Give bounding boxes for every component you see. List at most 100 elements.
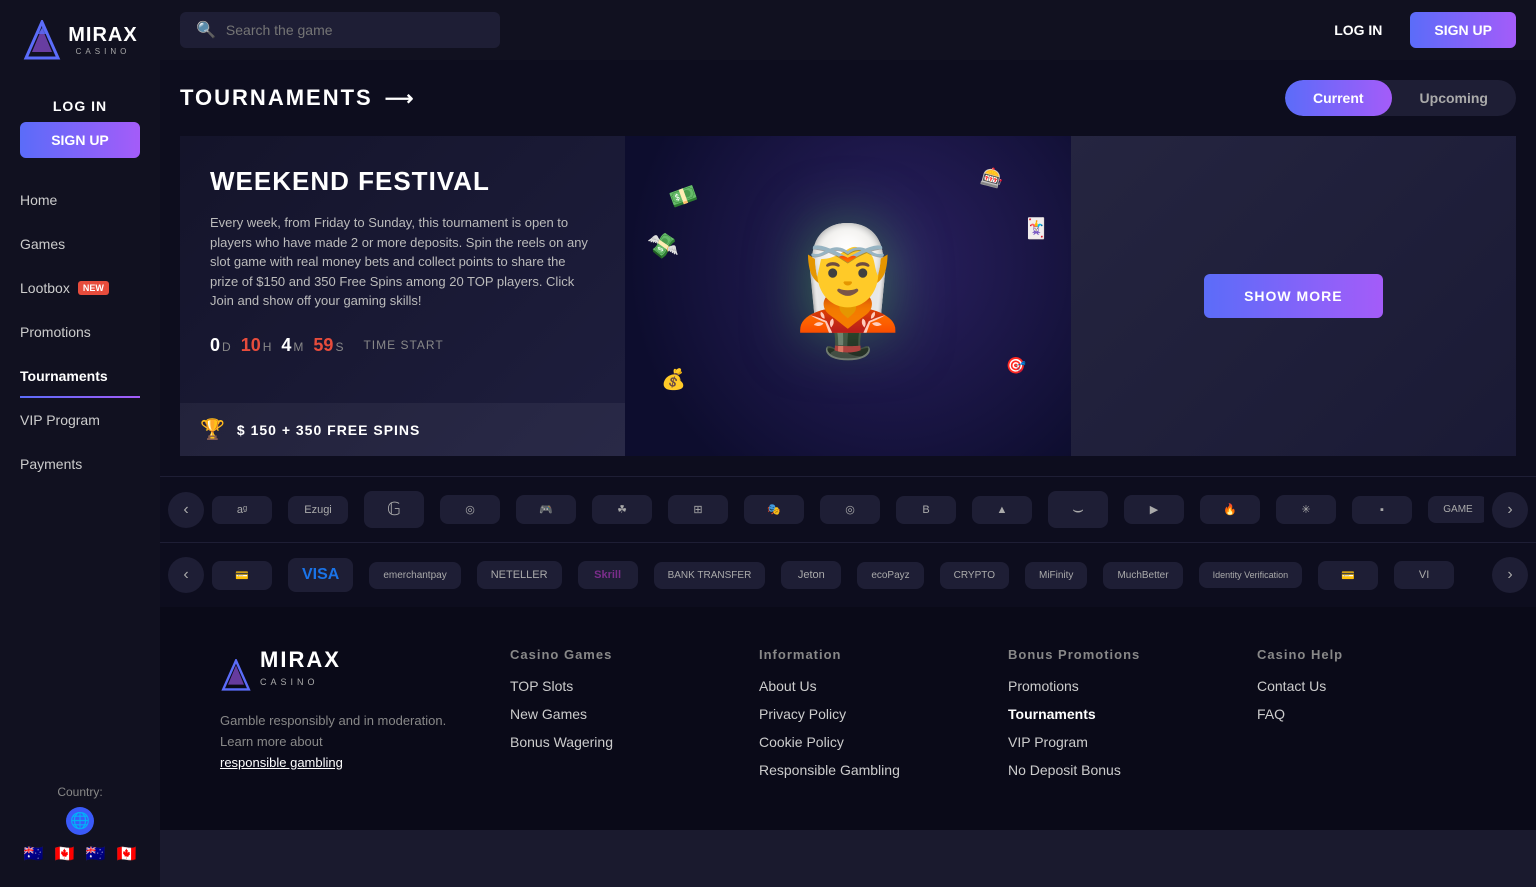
payment-vi[interactable]: VI — [1394, 561, 1454, 589]
sidebar-item-games[interactable]: Games — [0, 222, 160, 266]
sidebar-item-home[interactable]: Home — [0, 178, 160, 222]
provider-game[interactable]: GAME — [1428, 496, 1484, 523]
sidebar-item-payments[interactable]: Payments — [0, 442, 160, 486]
footer-logo-text: MIRAX — [260, 647, 341, 673]
footer-bonus-title: Bonus Promotions — [1008, 647, 1227, 662]
provider-b2[interactable]: Β — [896, 496, 956, 524]
sidebar-item-promotions[interactable]: Promotions — [0, 310, 160, 354]
payments-scroll-left[interactable]: ‹ — [168, 557, 204, 593]
provider-square[interactable]: ▪ — [1352, 496, 1412, 524]
payment-ecopayz[interactable]: ecoPayz — [857, 562, 923, 589]
tournament-card-show-more: SHOW MORE — [1071, 136, 1516, 456]
hours-value: 10 — [241, 335, 261, 356]
countdown-hours: 10 H — [241, 335, 272, 356]
provider-waveln[interactable]: ⌣ — [1048, 491, 1108, 528]
footer-link-bonus-wagering[interactable]: Bonus Wagering — [510, 734, 729, 750]
footer-link-top-slots[interactable]: TOP Slots — [510, 678, 729, 694]
provider-b1[interactable]: 🎮 — [516, 495, 576, 524]
provider-star[interactable]: ✳ — [1276, 495, 1336, 524]
tab-upcoming[interactable]: Upcoming — [1392, 80, 1516, 116]
money-scatter-2: 💰 — [661, 367, 686, 392]
providers-section: ‹ aᵍ Ezugi 𝔾 ◎ 🎮 ☘ ⊞ 🎭 ◎ Β ▲ ⌣ ▶ 🔥 ✳ ▪ G… — [160, 476, 1536, 542]
search-icon: 🔍 — [196, 20, 216, 40]
payments-scroll-right[interactable]: › — [1492, 557, 1528, 593]
footer-link-nodeposit[interactable]: No Deposit Bonus — [1008, 762, 1227, 778]
tournaments-title-text: TOURNAMENTS — [180, 85, 373, 111]
tournaments-section: TOURNAMENTS ⟶ Current Upcoming WEEKEND F… — [160, 60, 1536, 476]
payment-visa[interactable]: VISA — [288, 558, 353, 592]
show-more-button[interactable]: SHOW MORE — [1204, 274, 1382, 318]
payment-emerchant[interactable]: emerchantpay — [369, 562, 460, 589]
main-content: 🔍 LOG IN SIGN UP TOURNAMENTS ⟶ Current U… — [160, 0, 1536, 887]
footer-logo-section: MIRAX CASINO Gamble responsibly and in m… — [220, 647, 480, 790]
payment-banktransfer[interactable]: BANK TRANSFER — [654, 562, 766, 589]
sidebar-login-button[interactable]: LOG IN — [20, 90, 140, 122]
sidebar-item-vip[interactable]: VIP Program — [0, 398, 160, 442]
providers-scroll-right[interactable]: › — [1492, 492, 1528, 528]
provider-arrow[interactable]: ▲ — [972, 496, 1032, 524]
provider-q[interactable]: ◎ — [820, 495, 880, 524]
provider-mask[interactable]: 🎭 — [744, 495, 804, 524]
footer-link-vip[interactable]: VIP Program — [1008, 734, 1227, 750]
provider-play[interactable]: ▶ — [1124, 495, 1184, 524]
footer-responsible-link[interactable]: responsible gambling — [220, 755, 343, 770]
footer-link-cookie[interactable]: Cookie Policy — [759, 734, 978, 750]
tab-current[interactable]: Current — [1285, 80, 1392, 116]
search-bar[interactable]: 🔍 — [180, 12, 500, 48]
new-badge: NEW — [78, 281, 109, 295]
tournaments-title[interactable]: TOURNAMENTS ⟶ — [180, 85, 415, 111]
footer-link-privacy[interactable]: Privacy Policy — [759, 706, 978, 722]
poker-chip-2: 🎯 — [1005, 354, 1028, 377]
footer-link-promotions[interactable]: Promotions — [1008, 678, 1227, 694]
payment-mifinity[interactable]: MiFinity — [1025, 562, 1087, 589]
provider-ezugi[interactable]: Ezugi — [288, 496, 348, 524]
games-label: Games — [20, 236, 65, 252]
payment-skrill[interactable]: Skrill — [578, 561, 638, 589]
tab-group: Current Upcoming — [1285, 80, 1516, 116]
payment-jeton[interactable]: Jeton — [781, 561, 841, 589]
sidebar-item-tournaments[interactable]: Tournaments — [0, 354, 160, 398]
payment-muchbetter[interactable]: MuchBetter — [1103, 562, 1182, 589]
minutes-unit: M — [293, 340, 303, 354]
footer-link-faq[interactable]: FAQ — [1257, 706, 1476, 722]
minutes-value: 4 — [281, 335, 291, 356]
footer-link-about-us[interactable]: About Us — [759, 678, 978, 694]
header-signup-button[interactable]: SIGN UP — [1410, 12, 1516, 48]
providers-row: ‹ aᵍ Ezugi 𝔾 ◎ 🎮 ☘ ⊞ 🎭 ◎ Β ▲ ⌣ ▶ 🔥 ✳ ▪ G… — [160, 491, 1536, 528]
money-scatter-1: 💵 — [666, 180, 701, 214]
leprechaun-image: 💵 🎰 💰 🎯 🧝 🎩 💸 🃏 — [625, 136, 1070, 456]
provider-clover[interactable]: ☘ — [592, 495, 652, 524]
logo-text: MIRAX — [68, 24, 137, 47]
footer-grid: MIRAX CASINO Gamble responsibly and in m… — [220, 647, 1476, 790]
provider-ag[interactable]: aᵍ — [212, 496, 272, 524]
tournament-card-main: WEEKEND FESTIVAL Every week, from Friday… — [180, 136, 625, 456]
tournament-cards: WEEKEND FESTIVAL Every week, from Friday… — [180, 136, 1516, 456]
sidebar-item-lootbox[interactable]: Lootbox NEW — [0, 266, 160, 310]
payment-identity[interactable]: Identity Verification — [1199, 562, 1303, 588]
vip-label: VIP Program — [20, 412, 100, 428]
provider-fire[interactable]: 🔥 — [1200, 495, 1260, 524]
search-input[interactable] — [226, 22, 484, 38]
seconds-value: 59 — [313, 335, 333, 356]
footer-col-casino-games: Casino Games TOP Slots New Games Bonus W… — [510, 647, 729, 790]
footer-link-responsible[interactable]: Responsible Gambling — [759, 762, 978, 778]
flag-ca2: 🇨🇦 — [114, 841, 140, 867]
providers-list: aᵍ Ezugi 𝔾 ◎ 🎮 ☘ ⊞ 🎭 ◎ Β ▲ ⌣ ▶ 🔥 ✳ ▪ GAM… — [212, 491, 1484, 528]
payment-voucher[interactable]: 💳 — [1318, 561, 1378, 590]
card-prize: 🏆 $ 150 + 350 FREE SPINS — [180, 403, 625, 456]
footer-link-contact[interactable]: Contact Us — [1257, 678, 1476, 694]
payment-card[interactable]: 💳 — [212, 561, 272, 590]
footer-link-tournaments[interactable]: Tournaments — [1008, 706, 1227, 722]
providers-scroll-left[interactable]: ‹ — [168, 492, 204, 528]
provider-g[interactable]: 𝔾 — [364, 491, 424, 528]
provider-grid[interactable]: ⊞ — [668, 495, 728, 524]
payment-crypto[interactable]: CRYPTO — [940, 562, 1009, 589]
provider-circle[interactable]: ◎ — [440, 495, 500, 524]
prize-text: $ 150 + 350 FREE SPINS — [237, 422, 420, 438]
sidebar-signup-button[interactable]: SIGN UP — [20, 122, 140, 158]
footer-link-new-games[interactable]: New Games — [510, 706, 729, 722]
tournaments-arrow-icon: ⟶ — [385, 86, 416, 111]
payment-neteller[interactable]: NETELLER — [477, 561, 562, 589]
header-login-button[interactable]: LOG IN — [1318, 14, 1398, 46]
globe-icon[interactable]: 🌐 — [66, 807, 94, 835]
